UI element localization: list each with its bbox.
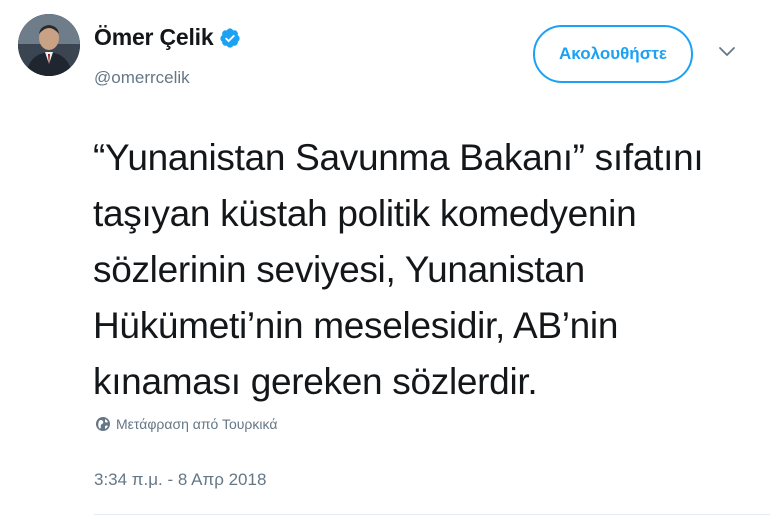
follow-button[interactable]: Ακολουθήστε [533, 25, 693, 83]
author-name-row[interactable]: Ömer Çelik [94, 24, 241, 51]
tweet-card: Ömer Çelik @omerrcelik Ακολουθήστε “Yuna… [0, 0, 780, 520]
divider [94, 514, 770, 515]
translate-link[interactable]: Μετάφραση από Τουρκικά [95, 416, 277, 432]
more-options-button[interactable] [717, 44, 737, 64]
tweet-text: “Yunanistan Savunma Bakanı” sıfatını taş… [93, 137, 704, 402]
verified-badge-icon [219, 27, 241, 49]
globe-icon [95, 416, 111, 432]
author-handle[interactable]: @omerrcelik [94, 68, 190, 88]
tweet-timestamp[interactable]: 3:34 π.μ. - 8 Απρ 2018 [94, 470, 266, 490]
avatar[interactable] [18, 14, 80, 76]
chevron-down-icon [719, 47, 735, 56]
avatar-image [18, 14, 80, 76]
author-display-name[interactable]: Ömer Çelik [94, 24, 214, 51]
translate-label[interactable]: Μετάφραση από Τουρκικά [116, 416, 277, 432]
